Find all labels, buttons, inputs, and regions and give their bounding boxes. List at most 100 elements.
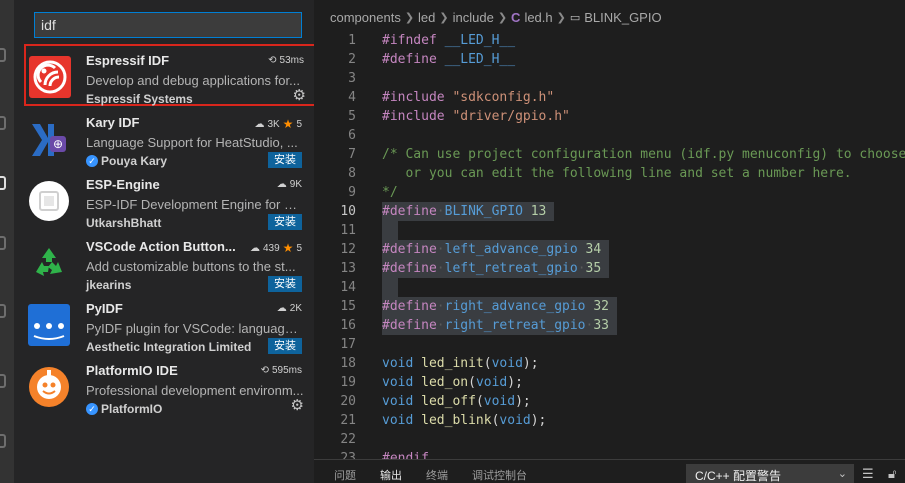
- verified-badge-icon: ✓: [86, 403, 98, 415]
- line-number: 17: [340, 337, 356, 352]
- install-button[interactable]: 安装: [268, 214, 302, 230]
- cloud-download-icon: ☁: [254, 118, 265, 130]
- install-button[interactable]: 安装: [268, 338, 302, 354]
- code-line: 22: [314, 430, 905, 449]
- extension-item-vscode-action-buttons[interactable]: VSCode Action Button... Add customizable…: [14, 230, 314, 292]
- espressif-logo-icon: [29, 56, 71, 98]
- symbol-constant-icon: ▭: [569, 12, 581, 24]
- install-count-value: 3K: [267, 118, 280, 130]
- code-line: 7/* Can use project configuration menu (…: [314, 145, 905, 164]
- code-line: 12 #define·left_advance_gpio 34: [314, 240, 905, 259]
- code-line-active: 10 #define·BLINK_GPIO 13: [314, 202, 905, 221]
- code-line: 9 */: [314, 183, 905, 202]
- svg-text:⊕: ⊕: [53, 137, 63, 151]
- publisher-name: Espressif Systems: [86, 92, 193, 106]
- extension-name: Espressif IDF: [86, 53, 170, 68]
- gear-icon[interactable]: ⚙: [291, 398, 304, 414]
- panel-tab-problems[interactable]: 问题: [334, 467, 356, 483]
- publisher-name: Aesthetic Integration Limited: [86, 340, 252, 354]
- line-number: 8: [348, 166, 356, 181]
- extension-activation-time: ⟲ 595ms: [261, 365, 302, 376]
- activity-bar-item-edge[interactable]: [0, 430, 6, 448]
- breadcrumb-item[interactable]: led: [418, 10, 435, 25]
- extension-install-count: ☁ 9K: [277, 179, 302, 190]
- extension-publisher: Aesthetic Integration Limited: [86, 340, 251, 354]
- chevron-right-icon: ❯: [497, 12, 508, 24]
- activity-bar-item-edge[interactable]: [0, 300, 6, 318]
- line-number: 18: [340, 356, 356, 371]
- c-file-icon: C: [511, 10, 521, 25]
- code-line: 14: [314, 278, 905, 297]
- line-number: 15: [340, 299, 356, 314]
- code-line: 6: [314, 126, 905, 145]
- install-count-value: 9K: [289, 179, 302, 190]
- extension-publisher: UtkarshBhatt: [86, 216, 161, 230]
- extension-item-kary-idf[interactable]: ⊕ Kary IDF Language Support for HeatStud…: [14, 106, 314, 168]
- extension-item-espressif-idf[interactable]: Espressif IDF Develop and debug applicat…: [24, 44, 316, 106]
- extensions-search-input[interactable]: idf: [34, 12, 302, 38]
- line-number: 6: [348, 128, 356, 143]
- extension-description: Add customizable buttons to the st...: [86, 259, 296, 274]
- line-number: 19: [340, 375, 356, 390]
- code-line: 3: [314, 69, 905, 88]
- line-number: 16: [340, 318, 356, 333]
- extension-activation-time: ⟲ 53ms: [268, 55, 304, 66]
- extension-item-platformio-ide[interactable]: PlatformIO IDE Professional development …: [14, 354, 314, 416]
- activity-bar-item-edge[interactable]: [0, 44, 6, 62]
- extension-name: Kary IDF: [86, 115, 140, 130]
- install-button[interactable]: 安装: [268, 276, 302, 292]
- bottom-panel-bar: 问题 输出 终端 调试控制台 C/C++ 配置警告 ⌄ ☰ 🔓︎: [314, 459, 905, 483]
- pyidf-logo-icon: [28, 304, 70, 346]
- extension-name: PlatformIO IDE: [86, 363, 178, 378]
- verified-badge-icon: ✓: [86, 155, 98, 167]
- extension-name: ESP-Engine: [86, 177, 160, 192]
- install-button[interactable]: 安装: [268, 152, 302, 168]
- install-count-value: 2K: [289, 303, 302, 314]
- publisher-name: jkearins: [86, 278, 132, 292]
- extensions-sidebar: idf Espressif IDF Develop and debug appl…: [14, 0, 316, 483]
- platformio-logo-icon: [28, 366, 70, 408]
- code-line: 13 #define·left_retreat_gpio·35: [314, 259, 905, 278]
- gear-icon[interactable]: ⚙: [293, 88, 306, 104]
- extension-description: Develop and debug applications for...: [86, 73, 300, 88]
- line-number: 12: [340, 242, 356, 257]
- list-filter-icon[interactable]: ☰: [862, 466, 874, 482]
- breadcrumb-item[interactable]: components: [330, 10, 401, 25]
- extension-install-count: ☁ 439 ★ 5: [250, 241, 302, 255]
- code-line: 15 #define·right_advance_gpio 32: [314, 297, 905, 316]
- line-number: 10: [340, 204, 356, 219]
- publisher-name: UtkarshBhatt: [86, 216, 162, 230]
- panel-tab-debug-console[interactable]: 调试控制台: [472, 467, 527, 483]
- extension-publisher: ✓ Pouya Kary: [86, 154, 167, 168]
- activity-bar-item-edge-active[interactable]: [0, 172, 6, 190]
- extension-description: ESP-IDF Development Engine for Mi...: [86, 197, 304, 212]
- breadcrumb-item[interactable]: BLINK_GPIO: [584, 10, 661, 25]
- star-icon: ★: [282, 117, 294, 131]
- panel-tab-output[interactable]: 输出: [380, 467, 402, 483]
- line-number: 11: [340, 223, 356, 238]
- extension-description: PyIDF plugin for VSCode: language ...: [86, 321, 304, 336]
- lock-icon[interactable]: 🔓︎: [888, 466, 896, 482]
- code-line: 5 #include "driver/gpio.h": [314, 107, 905, 126]
- star-icon: ★: [282, 241, 294, 255]
- code-line: 19 void led_on(void);: [314, 373, 905, 392]
- line-number: 22: [340, 432, 356, 447]
- extension-item-pyidf[interactable]: PyIDF PyIDF plugin for VSCode: language …: [14, 292, 314, 354]
- history-icon: ⟲: [260, 365, 269, 376]
- activity-bar-item-edge[interactable]: [0, 370, 6, 388]
- line-number: 13: [340, 261, 356, 276]
- panel-tab-terminal[interactable]: 终端: [426, 467, 448, 483]
- output-channel-select[interactable]: C/C++ 配置警告 ⌄: [686, 464, 854, 483]
- breadcrumb-item[interactable]: include: [453, 10, 494, 25]
- extension-publisher: jkearins: [86, 278, 131, 292]
- code-line: 17: [314, 335, 905, 354]
- line-number: 2: [348, 52, 356, 67]
- cloud-download-icon: ☁: [276, 303, 287, 314]
- rating-value: 5: [296, 242, 302, 254]
- activation-time-value: 595ms: [271, 365, 302, 376]
- breadcrumb-item[interactable]: led.h: [524, 10, 552, 25]
- extension-item-esp-engine[interactable]: ESP-Engine ESP-IDF Development Engine fo…: [14, 168, 314, 230]
- activity-bar-item-edge[interactable]: [0, 112, 6, 130]
- activity-bar-item-edge[interactable]: [0, 232, 6, 250]
- chevron-down-icon: ⌄: [837, 468, 847, 480]
